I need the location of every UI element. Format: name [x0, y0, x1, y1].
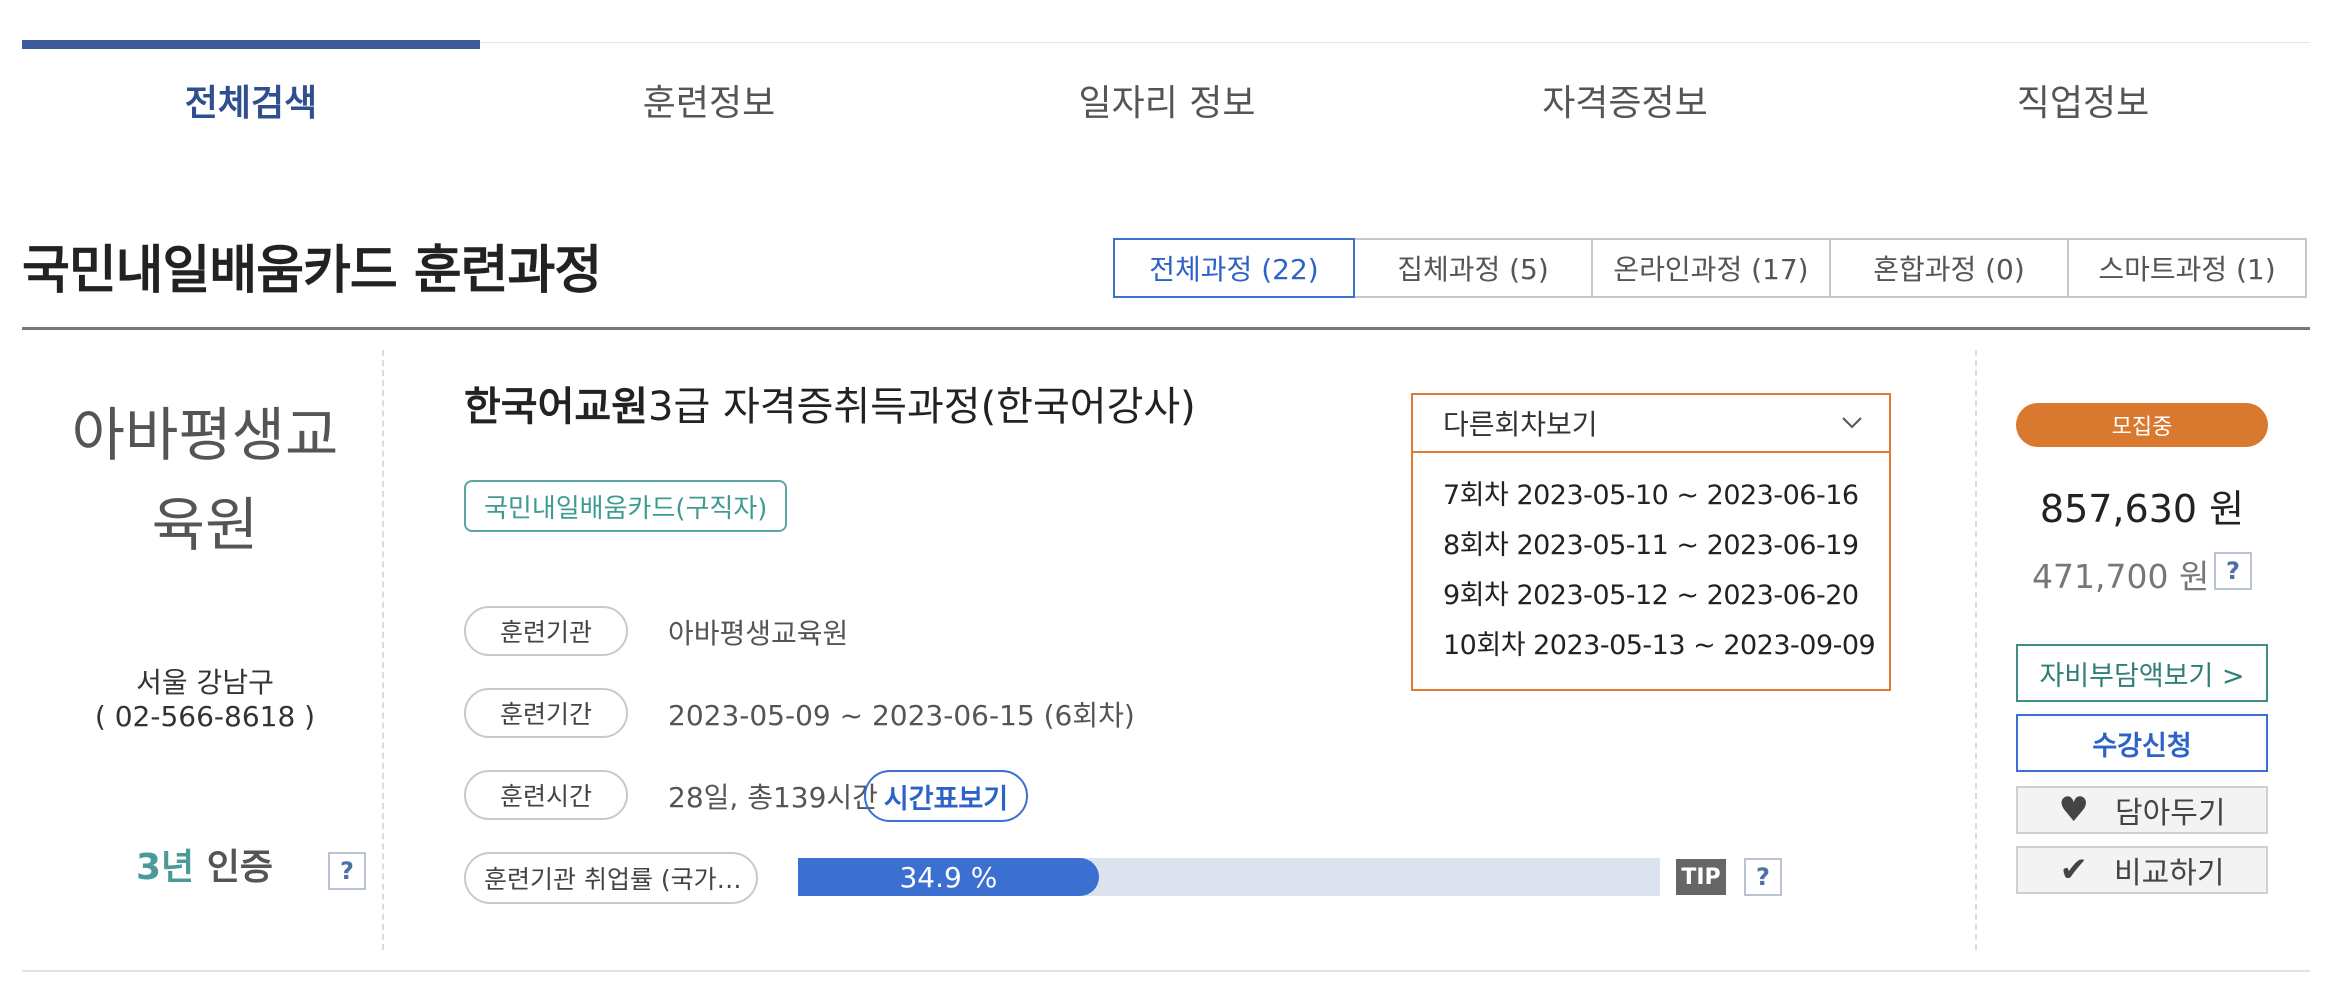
course-price: 857,630 원 — [2039, 487, 2245, 531]
tab-all-search[interactable]: 전체검색 — [22, 74, 480, 126]
employment-rate-text: 34.9 % — [899, 860, 998, 894]
compare-button[interactable]: ✔ 비교하기 — [2016, 846, 2268, 894]
timetable-button[interactable]: 시간표보기 — [864, 770, 1028, 822]
tab-occupation-info[interactable]: 직업정보 — [1854, 74, 2312, 126]
filter-tab-all[interactable]: 전체과정 (22) — [1113, 238, 1355, 298]
tab-job-info[interactable]: 일자리 정보 — [938, 74, 1396, 126]
certification-years: 3년 — [136, 847, 195, 888]
session-item[interactable]: 10회차 2023-05-13 ~ 2023-09-09 — [1413, 621, 1889, 671]
tab-certificate-info[interactable]: 자격증정보 — [1396, 74, 1854, 126]
chevron-down-icon — [1842, 417, 1862, 429]
card-type-badge: 국민내일배움카드(구직자) — [464, 480, 788, 532]
wishlist-label: 담아두기 — [2115, 796, 2226, 831]
tab-training-info[interactable]: 훈련정보 — [480, 74, 938, 126]
sessions-dropdown[interactable]: 다른회차보기 7회차 2023-05-10 ~ 2023-06-16 8회차 2… — [1411, 393, 1891, 691]
hours-label: 훈련시간 — [464, 770, 628, 820]
page-title: 국민내일배움카드 훈련과정 — [22, 241, 602, 301]
self-pay-price: 471,700 원 — [2032, 557, 2210, 596]
period-value: 2023-05-09 ~ 2023-06-15 (6회차) — [668, 699, 1135, 732]
filter-tab-online[interactable]: 온라인과정 (17) — [1591, 238, 1831, 298]
filter-tab-blended[interactable]: 혼합과정 (0) — [1829, 238, 2069, 298]
institution-phone: ( 02-566-8618 ) — [94, 700, 316, 733]
session-item[interactable]: 9회차 2023-05-12 ~ 2023-06-20 — [1413, 571, 1889, 621]
hours-value: 28일, 총139시간 — [668, 781, 878, 814]
price-help-icon[interactable]: ? — [2214, 552, 2252, 590]
certification-text: 인증 — [206, 847, 273, 888]
institution-address: 서울 강남구 ( 02-566-8618 ) — [40, 666, 370, 734]
card-divider-right — [1975, 350, 1977, 950]
filter-tab-smart[interactable]: 스마트과정 (1) — [2067, 238, 2307, 298]
sessions-list: 7회차 2023-05-10 ~ 2023-06-16 8회차 2023-05-… — [1413, 453, 1889, 671]
sessions-dropdown-label: 다른회차보기 — [1443, 408, 1598, 441]
course-title-rest: 3급 자격증취득과정(한국어강사) — [648, 384, 1196, 430]
course-title[interactable]: 한국어교원3급 자격증취득과정(한국어강사) — [464, 374, 1196, 432]
card-bottom-divider — [22, 970, 2310, 972]
card-divider-left — [382, 350, 384, 950]
session-item[interactable]: 7회차 2023-05-10 ~ 2023-06-16 — [1413, 471, 1889, 521]
recruiting-status-badge: 모집중 — [2016, 403, 2268, 447]
self-pay-button[interactable]: 자비부담액보기 > — [2016, 644, 2268, 702]
employment-help-icon[interactable]: ? — [1744, 858, 1782, 896]
institution-region: 서울 강남구 — [136, 666, 274, 699]
title-divider — [22, 327, 2310, 330]
institution-name[interactable]: 아바평생교 육원 — [40, 390, 370, 570]
compare-label: 비교하기 — [2114, 856, 2225, 891]
wishlist-button[interactable]: ♥ 담아두기 — [2016, 786, 2268, 834]
sessions-dropdown-header[interactable]: 다른회차보기 — [1413, 395, 1889, 453]
session-item[interactable]: 8회차 2023-05-11 ~ 2023-06-19 — [1413, 521, 1889, 571]
filter-tab-classroom[interactable]: 집체과정 (5) — [1353, 238, 1593, 298]
employment-rate-fill: 34.9 % — [798, 858, 1099, 896]
top-tab-active-indicator — [22, 40, 480, 49]
apply-button[interactable]: 수강신청 — [2016, 714, 2268, 772]
institution-value: 아바평생교육원 — [668, 617, 849, 650]
employment-rate-label: 훈련기관 취업률 (국가… — [464, 852, 758, 904]
heart-icon: ♥ — [2058, 790, 2090, 830]
course-title-bold: 한국어교원 — [464, 384, 648, 430]
certification-help-icon[interactable]: ? — [328, 852, 366, 890]
institution-name-line2: 육원 — [151, 491, 259, 559]
tip-badge[interactable]: TIP — [1676, 859, 1726, 895]
institution-name-line1: 아바평생교 — [71, 401, 339, 469]
period-label: 훈련기간 — [464, 688, 628, 738]
employment-rate-bar: 34.9 % — [798, 858, 1660, 896]
institution-label: 훈련기관 — [464, 606, 628, 656]
certification-badge: 3년 인증 — [136, 838, 273, 890]
check-icon: ✔ — [2059, 850, 2089, 890]
